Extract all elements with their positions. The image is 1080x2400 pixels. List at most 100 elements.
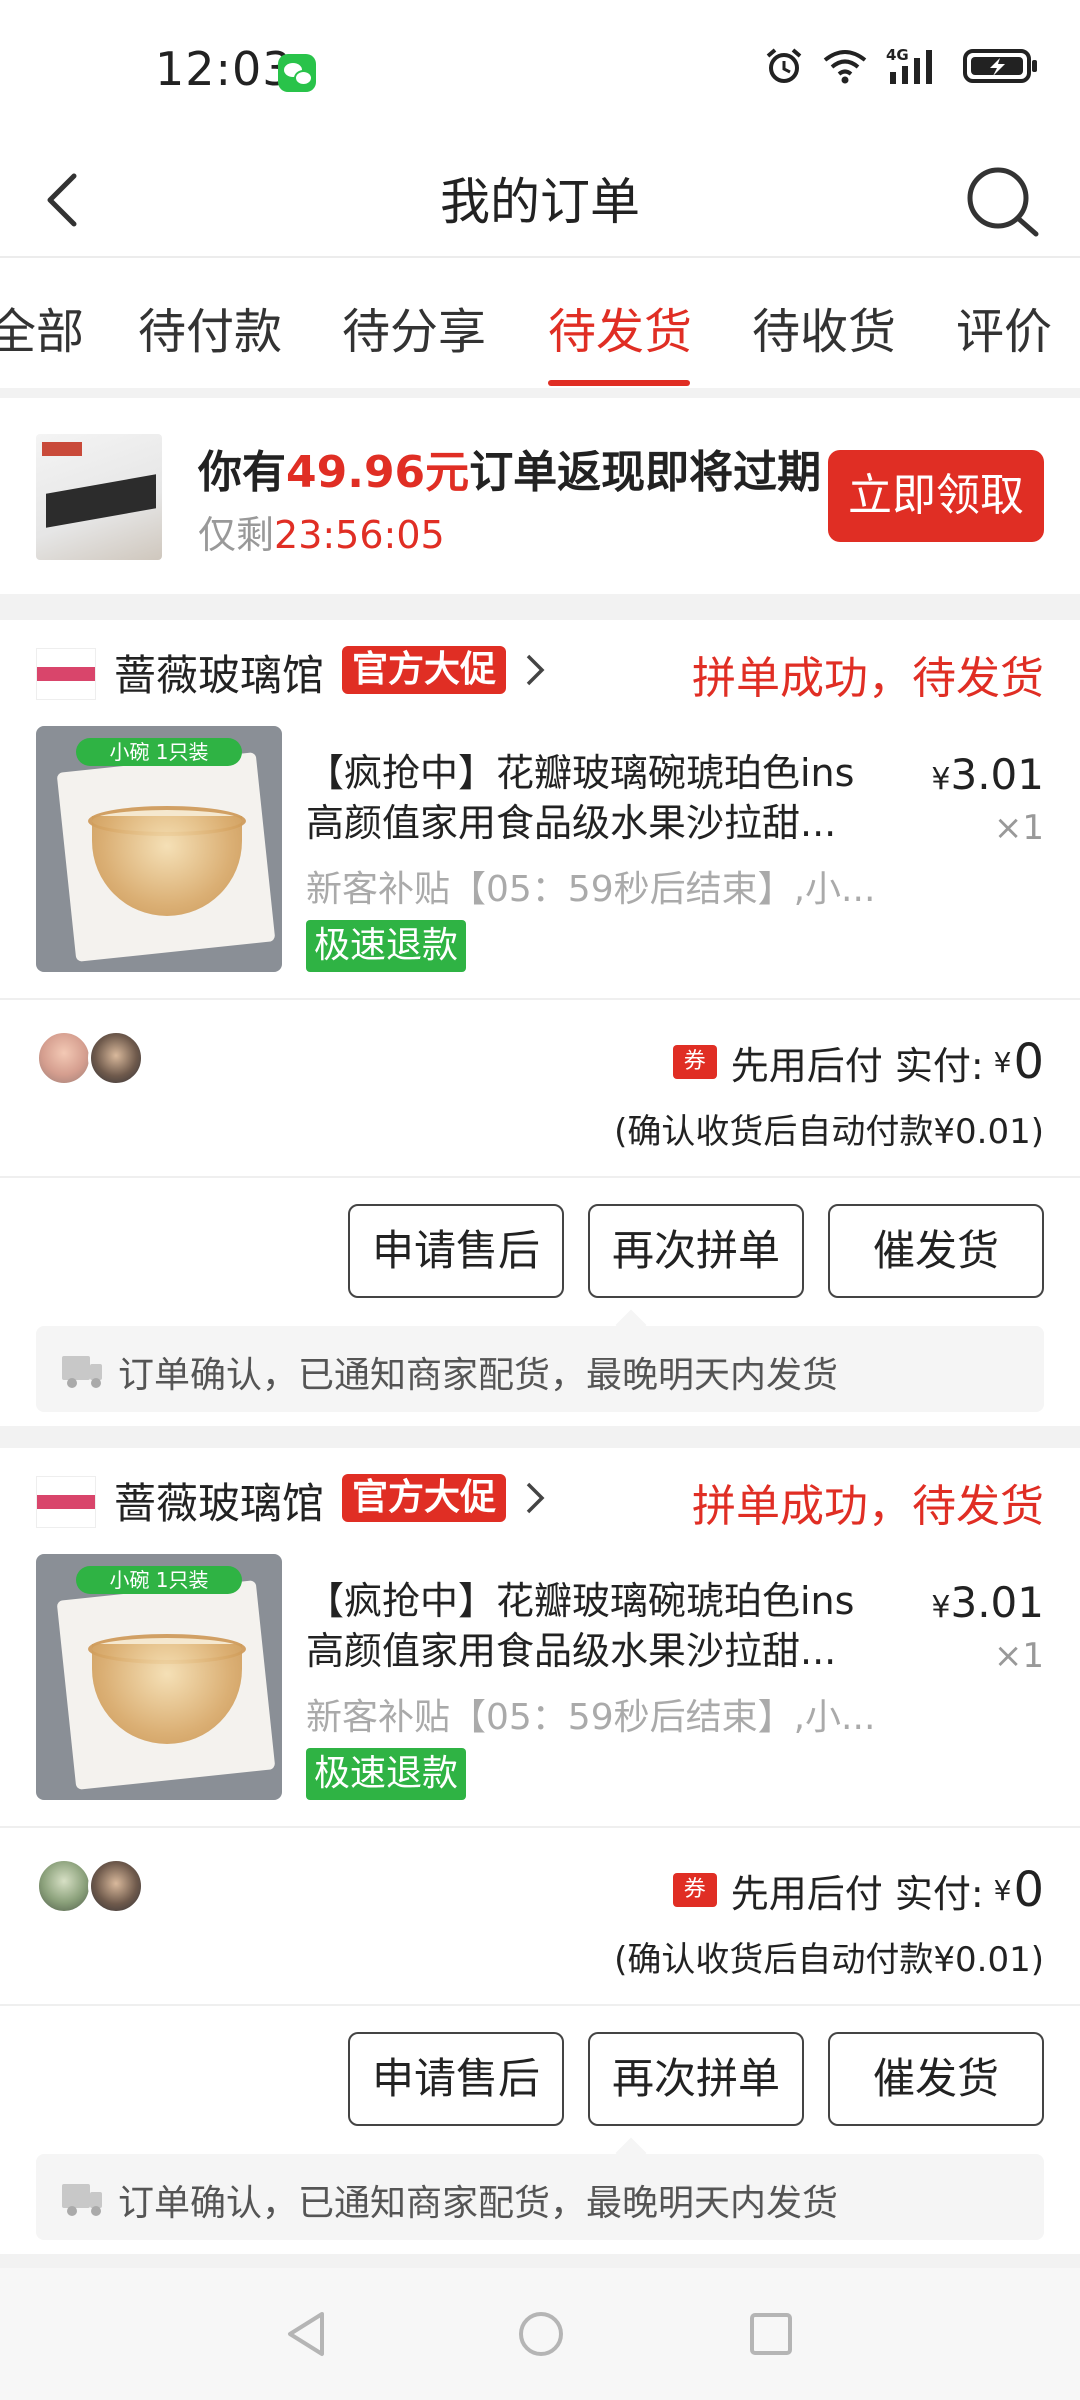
- tab-pending-share[interactable]: 待分享: [342, 292, 486, 362]
- product-image[interactable]: 小碗 1只装: [36, 726, 282, 972]
- regroup-button[interactable]: 再次拼单: [588, 1204, 804, 1298]
- group-buyer-avatars: [36, 1030, 146, 1090]
- tab-all[interactable]: 全部: [0, 292, 84, 362]
- nav-back-icon[interactable]: [282, 2308, 332, 2360]
- urge-shipment-button[interactable]: 催发货: [828, 1204, 1044, 1298]
- product-image[interactable]: 小碗 1只装: [36, 1554, 282, 1800]
- pay-later-label: 先用后付 实付:: [730, 1871, 984, 1916]
- shipping-notice: 订单确认，已通知商家配货，最晚明天内发货: [36, 1326, 1044, 1412]
- price-currency: ¥: [931, 1590, 951, 1625]
- order-status: 拼单成功，待发货: [692, 1481, 1044, 1532]
- order-status: 拼单成功，待发货: [692, 653, 1044, 704]
- system-navigation-bar: [0, 2268, 1080, 2400]
- page-title: 我的订单: [440, 173, 640, 231]
- price-value: 3.01: [950, 750, 1044, 799]
- tab-pending-shipment[interactable]: 待发货: [548, 292, 692, 362]
- official-promo-badge: 官方大促: [342, 646, 507, 694]
- alarm-icon: [766, 48, 802, 83]
- order-card: 蔷薇玻璃馆 官方大促 拼单成功，待发货 小碗 1只装 【疯抢中】花瓣玻璃碗琥珀色…: [0, 620, 1080, 1426]
- order-tabs: 全部 待付款 待分享 待发货 待收货 评价: [0, 260, 1080, 388]
- paid-amount: 0: [1013, 1034, 1044, 1090]
- image-label: 小碗 1只装: [76, 1566, 242, 1594]
- shop-row[interactable]: 蔷薇玻璃馆 官方大促 拼单成功，待发货: [0, 1448, 1080, 1548]
- signal-icon: 4G: [886, 46, 932, 84]
- cashback-banner[interactable]: 你有49.96元订单返现即将过期 仅剩23:56:05 立即领取: [0, 398, 1080, 594]
- paid-amount: 0: [1013, 1862, 1044, 1918]
- nav-recent-apps-icon[interactable]: [746, 2308, 796, 2360]
- banner-product-thumbnail: [36, 434, 162, 560]
- avatar: [88, 1030, 144, 1086]
- product-title-line2: 高颜值家用食品级水果沙拉甜...: [306, 1629, 837, 1673]
- cashback-prefix: 你有: [198, 447, 286, 498]
- product-quantity: ×1: [993, 1636, 1044, 1676]
- official-promo-badge: 官方大促: [342, 1474, 507, 1522]
- cashback-suffix: 订单返现即将过期: [469, 447, 822, 498]
- status-time: 12:03: [155, 42, 293, 96]
- order-card: 蔷薇玻璃馆 官方大促 拼单成功，待发货 小碗 1只装 【疯抢中】花瓣玻璃碗琥珀色…: [0, 1448, 1080, 2254]
- product-title[interactable]: 【疯抢中】花瓣玻璃碗琥珀色ins 高颜值家用食品级水果沙拉甜...: [306, 1576, 906, 1676]
- avatar: [36, 1030, 92, 1086]
- paid-currency: ¥: [993, 1045, 1012, 1079]
- network-type-label: 4G: [886, 46, 909, 64]
- search-icon[interactable]: [960, 158, 1044, 242]
- product-title-line1: 【疯抢中】花瓣玻璃碗琥珀色ins: [306, 1579, 855, 1623]
- payment-summary: 券 先用后付 实付: ¥ 0: [672, 1862, 1044, 1918]
- product-title[interactable]: 【疯抢中】花瓣玻璃碗琥珀色ins 高颜值家用食品级水果沙拉甜...: [306, 748, 906, 848]
- group-buyer-avatars: [36, 1858, 146, 1918]
- tab-review[interactable]: 评价: [956, 292, 1052, 362]
- active-tab-indicator: [548, 380, 690, 386]
- nav-home-icon[interactable]: [516, 2308, 566, 2360]
- auto-pay-note: (确认收货后自动付款¥0.01): [614, 1112, 1044, 1152]
- avatar: [88, 1858, 144, 1914]
- product-price: ¥3.01: [931, 1578, 1044, 1627]
- tab-pending-receipt[interactable]: 待收货: [752, 292, 896, 362]
- product-price: ¥3.01: [931, 750, 1044, 799]
- auto-pay-note: (确认收货后自动付款¥0.01): [614, 1940, 1044, 1980]
- chevron-right-icon[interactable]: [522, 1478, 548, 1518]
- section-gap: [0, 2254, 1080, 2268]
- subsidy-text: 新客补贴【05：59秒后结束】,小...: [306, 869, 876, 910]
- after-sale-button[interactable]: 申请售后: [348, 2032, 564, 2126]
- tab-pending-payment[interactable]: 待付款: [138, 292, 282, 362]
- header: 我的订单: [0, 140, 1080, 258]
- status-icons: 4G: [764, 46, 1040, 86]
- payment-summary: 券 先用后付 实付: ¥ 0: [672, 1034, 1044, 1090]
- shop-logo: [36, 648, 96, 700]
- divider: [0, 1826, 1080, 1828]
- divider: [0, 1176, 1080, 1178]
- fast-refund-tag: 极速退款: [306, 920, 467, 972]
- notice-text: 订单确认，已通知商家配货，最晚明天内发货: [118, 1355, 839, 1396]
- avatar: [36, 1858, 92, 1914]
- remaining-label: 仅剩: [198, 513, 275, 557]
- product-title-line1: 【疯抢中】花瓣玻璃碗琥珀色ins: [306, 751, 855, 795]
- cashback-amount: 49.96元: [286, 447, 470, 498]
- after-sale-button[interactable]: 申请售后: [348, 1204, 564, 1298]
- truck-icon: [62, 2184, 102, 2216]
- section-gap: [0, 388, 1080, 398]
- battery-charging-icon: [963, 49, 1037, 83]
- urge-shipment-button[interactable]: 催发货: [828, 2032, 1044, 2126]
- shop-name[interactable]: 蔷薇玻璃馆: [114, 1470, 324, 1531]
- wechat-notification-icon: [278, 54, 316, 92]
- coupon-icon: 券: [672, 1045, 717, 1079]
- claim-button[interactable]: 立即领取: [828, 450, 1044, 542]
- status-bar: 12:03 4G: [0, 0, 1080, 140]
- paid-currency: ¥: [993, 1873, 1012, 1907]
- notice-text: 订单确认，已通知商家配货，最晚明天内发货: [118, 2183, 839, 2224]
- countdown-timer: 23:56:05: [274, 513, 445, 557]
- cashback-remaining-time: 仅剩23:56:05: [198, 504, 445, 559]
- shop-name[interactable]: 蔷薇玻璃馆: [114, 642, 324, 703]
- shop-row[interactable]: 蔷薇玻璃馆 官方大促 拼单成功，待发货: [0, 620, 1080, 720]
- divider: [0, 2004, 1080, 2006]
- truck-icon: [62, 1356, 102, 1388]
- divider: [0, 998, 1080, 1000]
- product-title-line2: 高颜值家用食品级水果沙拉甜...: [306, 801, 837, 845]
- pay-later-label: 先用后付 实付:: [730, 1043, 984, 1088]
- cashback-message: 你有49.96元订单返现即将过期: [198, 436, 821, 500]
- chevron-right-icon[interactable]: [522, 650, 548, 690]
- regroup-button[interactable]: 再次拼单: [588, 2032, 804, 2126]
- subsidy-text: 新客补贴【05：59秒后结束】,小...: [306, 1697, 876, 1738]
- section-gap: [0, 594, 1080, 620]
- coupon-icon: 券: [672, 1873, 717, 1907]
- shop-logo: [36, 1476, 96, 1528]
